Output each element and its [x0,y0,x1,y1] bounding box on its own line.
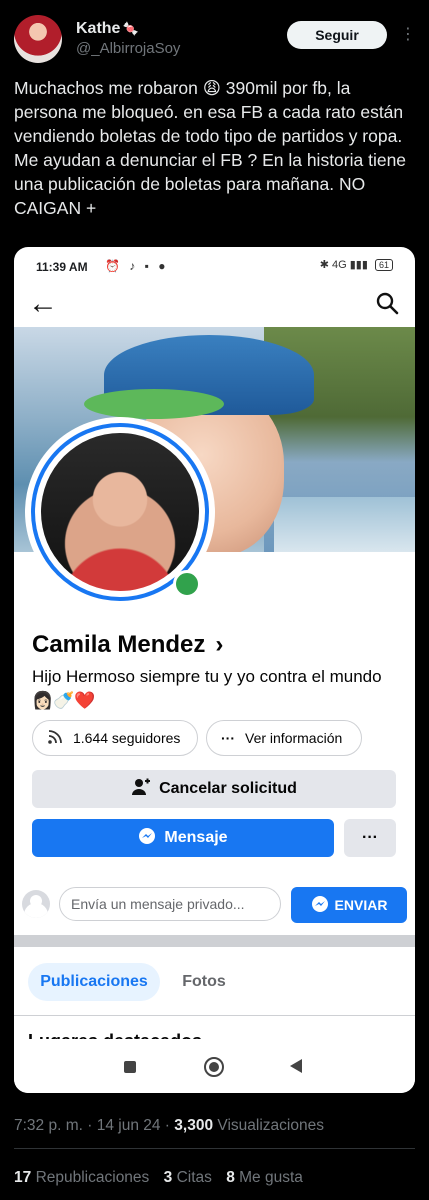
profile-name-text: Camila Mendez [32,631,206,658]
tab-publicaciones[interactable]: Publicaciones [28,963,160,1001]
message-label: Mensaje [164,829,228,846]
author-name[interactable]: Kathe 🍬 [76,20,139,38]
info-label: Ver información [245,730,343,746]
cover-water [274,497,415,552]
attached-screenshot[interactable]: 11:39 AM ⏰ ♪ ▪ ● ✱ 4G ▮▮▮ 61 ← Camila Me… [14,247,415,1093]
tab-fotos[interactable]: Fotos [172,963,236,1001]
quotes-label: Citas [176,1169,212,1186]
user-avatar-icon [22,890,50,918]
likes-stat[interactable]: 8 Me gusta [226,1169,303,1186]
more-options-button[interactable]: ··· [344,819,396,857]
status-time: 11:39 AM [36,260,88,274]
back-arrow-icon[interactable]: ← [28,289,58,319]
author-handle[interactable]: @_AlbirrojaSoy [76,40,180,57]
message-button[interactable]: Mensaje [32,819,334,857]
status-icons: ⏰ ♪ ▪ ● [105,259,169,273]
reposts-stat[interactable]: 17 Republicaciones [14,1169,149,1186]
likes-count: 8 [226,1169,235,1186]
views-count: 3,300 [174,1117,214,1134]
search-icon[interactable] [375,291,399,320]
android-nav-bar [14,1039,415,1093]
follow-button[interactable]: Seguir [287,21,387,49]
more-dots-icon[interactable]: ⋮ [400,24,416,44]
author-name-text: Kathe [76,20,121,37]
profile-photo [41,433,199,591]
send-button[interactable]: ENVIAR [291,887,407,923]
profile-name[interactable]: Camila Mendez › [32,631,223,659]
tweet-date[interactable]: 14 jun 24 [97,1117,161,1134]
cancel-request-label: Cancelar solicitud [159,780,297,797]
chevron-right-icon: › [215,631,224,658]
back-icon[interactable] [290,1059,302,1073]
tweet-stats: 17 Republicaciones 3 Citas 8 Me gusta [14,1169,313,1187]
messenger-icon [138,827,156,850]
tweet-header: Kathe 🍬 @_AlbirrojaSoy Seguir ⋮ [14,12,417,63]
recent-apps-icon[interactable] [124,1061,136,1073]
meta-divider [14,1148,415,1149]
tweet-time[interactable]: 7:32 p. m. [14,1117,83,1134]
status-bar: 11:39 AM ⏰ ♪ ▪ ● ✱ 4G ▮▮▮ 61 [14,257,415,277]
profile-bio: Hijo Hermoso siempre tu y yo contra el m… [32,667,382,710]
send-label: ENVIAR [334,897,388,913]
online-status-dot [173,570,201,598]
messenger-icon [311,895,329,916]
likes-label: Me gusta [239,1169,303,1186]
section-divider [14,935,415,947]
status-right: ✱ 4G ▮▮▮ 61 [320,258,393,271]
tweet-meta: 7:32 p. m. · 14 jun 24 · 3,300 Visualiza… [14,1117,324,1134]
followers-label: 1.644 seguidores [73,730,181,746]
user-check-icon [131,778,151,801]
tabs-separator [14,1015,415,1016]
candy-emoji: 🍬 [122,21,139,36]
cover-cap-brim [84,389,224,419]
author-avatar[interactable] [14,15,62,63]
followers-pill[interactable]: 1.644 seguidores [32,720,198,756]
home-icon[interactable] [204,1057,224,1077]
rss-icon [47,729,63,748]
tweet-text: Muchachos me robaron 😩 390mil por fb, la… [14,78,407,218]
fb-navbar: ← [14,287,415,327]
quotes-stat[interactable]: 3 Citas [164,1169,212,1186]
cancel-request-button[interactable]: Cancelar solicitud [32,770,396,808]
quotes-count: 3 [163,1169,173,1186]
private-message-input[interactable]: Envía un mensaje privado... [59,887,281,921]
info-pill[interactable]: ··· Ver información [206,720,362,756]
battery-icon: 61 [374,259,393,271]
ellipsis-icon: ··· [221,730,235,746]
signal-icon: ✱ 4G ▮▮▮ [319,259,368,271]
reposts-count: 17 [14,1169,32,1186]
views-label: Visualizaciones [217,1117,324,1134]
reposts-label: Republicaciones [35,1169,150,1186]
